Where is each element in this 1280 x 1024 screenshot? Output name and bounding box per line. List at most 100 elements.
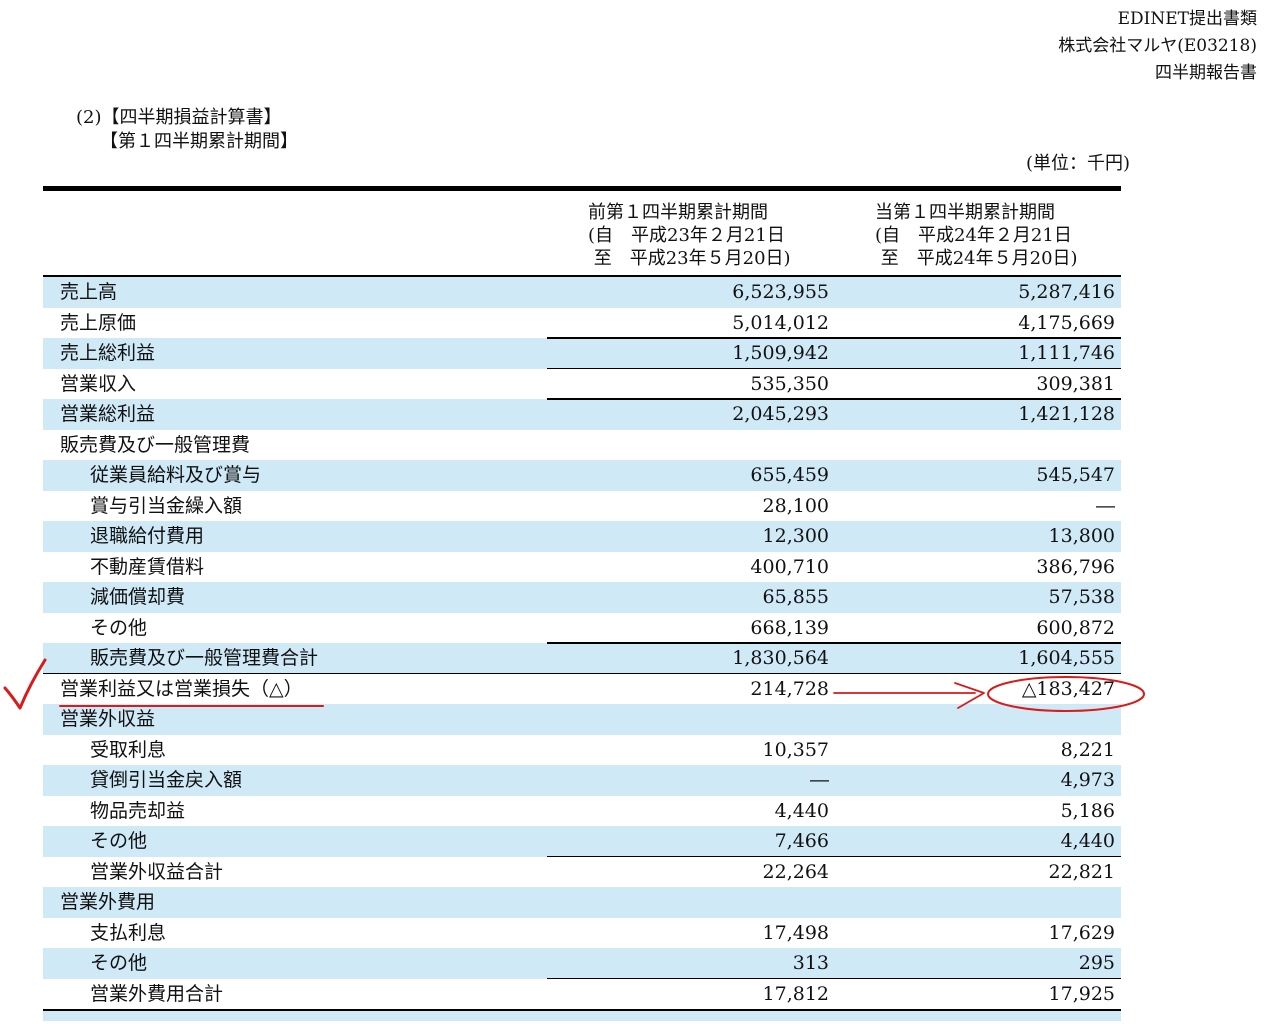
row-value-curr: 57,538 xyxy=(1048,586,1115,608)
row-value-curr: 22,821 xyxy=(1048,860,1115,883)
table-row: 営業外収益 xyxy=(43,704,1121,735)
table-row: 営業外費用合計 17,812 17,925 xyxy=(43,977,1121,1010)
header-edinet: EDINET提出書類 xyxy=(1117,9,1257,29)
table-row: 不動産賃借料 400,710 386,796 xyxy=(43,552,1121,583)
table-row: 売上総利益 1,509,942 1,111,746 xyxy=(43,337,1121,369)
table-row: その他 313 295 xyxy=(43,948,1121,979)
row-label: その他 xyxy=(90,830,148,852)
income-statement-table: 前第１四半期累計期間 (自 平成23年２月21日 至 平成23年５月20日) 当… xyxy=(43,186,1121,1021)
row-value-curr: 309,381 xyxy=(1036,372,1115,395)
row-label: 販売費及び一般管理費合計 xyxy=(90,647,319,669)
row-label: 物品売却益 xyxy=(90,799,186,822)
row-label: 営業外費用 xyxy=(60,891,156,913)
row-label: 売上総利益 xyxy=(60,342,156,364)
row-value-prev: ― xyxy=(810,769,829,791)
unit-label: (単位：千円) xyxy=(1025,153,1130,174)
table-row: その他 7,466 4,440 xyxy=(43,826,1121,857)
row-value-curr: 295 xyxy=(1078,952,1115,974)
row-value-curr: △183,427 xyxy=(1021,677,1115,700)
section-subtitle: 【第１四半期累計期間】 xyxy=(100,131,298,152)
column-header-prev: 前第１四半期累計期間 (自 平成23年２月21日 至 平成23年５月20日) xyxy=(588,202,791,269)
table-body: 売上高 6,523,955 5,287,416 売上原価 5,014,012 4… xyxy=(43,277,1121,1021)
next-row-cutoff xyxy=(43,1009,1121,1021)
table-row: 営業外収益合計 22,264 22,821 xyxy=(43,855,1121,888)
table-row: 貸倒引当金戻入額 ― 4,973 xyxy=(43,765,1121,796)
row-value-prev: 12,300 xyxy=(762,525,829,547)
table-row: 退職給付費用 12,300 13,800 xyxy=(43,521,1121,552)
row-value-prev: 6,523,955 xyxy=(732,281,829,303)
row-value-curr: 386,796 xyxy=(1036,555,1115,578)
table-row: 販売費及び一般管理費合計 1,830,564 1,604,555 xyxy=(43,642,1121,674)
row-label: 売上高 xyxy=(60,281,118,303)
row-label: 営業利益又は営業損失（△） xyxy=(60,677,303,700)
row-value-prev: 1,830,564 xyxy=(732,647,829,669)
row-label: その他 xyxy=(90,952,148,974)
table-row: 営業総利益 2,045,293 1,421,128 xyxy=(43,398,1121,430)
row-value-prev: 28,100 xyxy=(762,494,829,517)
row-label: 貸倒引当金戻入額 xyxy=(90,769,243,791)
row-label: その他 xyxy=(90,616,148,639)
table-row: 営業収入 535,350 309,381 xyxy=(43,367,1121,400)
row-label: 販売費及び一般管理費 xyxy=(60,433,251,456)
row-value-prev: 400,710 xyxy=(750,555,829,578)
header-report-type: 四半期報告書 xyxy=(1155,63,1257,83)
row-label: 売上原価 xyxy=(60,311,137,334)
row-value-prev: 1,509,942 xyxy=(732,342,829,364)
table-row: 受取利息 10,357 8,221 xyxy=(43,735,1121,766)
row-value-curr: 8,221 xyxy=(1060,738,1115,761)
row-value-prev: 17,812 xyxy=(762,982,829,1005)
row-label: 賞与引当金繰入額 xyxy=(90,494,243,517)
row-value-curr: 5,287,416 xyxy=(1018,281,1115,303)
row-label: 支払利息 xyxy=(90,921,167,944)
row-value-prev: 10,357 xyxy=(762,738,829,761)
section-title: (2)【四半期損益計算書】 xyxy=(76,107,282,128)
row-label: 減価償却費 xyxy=(90,586,186,608)
row-label: 営業外費用合計 xyxy=(90,982,224,1005)
row-value-curr: 1,111,746 xyxy=(1018,342,1115,364)
table-row: 物品売却益 4,440 5,186 xyxy=(43,796,1121,827)
row-value-curr: 5,186 xyxy=(1060,799,1115,822)
row-value-prev: 313 xyxy=(792,952,829,974)
row-label: 不動産賃借料 xyxy=(90,555,205,578)
row-label: 従業員給料及び賞与 xyxy=(90,464,262,486)
table-row: 営業外費用 xyxy=(43,887,1121,918)
table-row: 減価償却費 65,855 57,538 xyxy=(43,582,1121,613)
row-value-prev: 535,350 xyxy=(750,372,829,395)
row-value-prev: 2,045,293 xyxy=(732,403,829,425)
row-value-curr: 13,800 xyxy=(1048,525,1115,547)
row-value-curr: 545,547 xyxy=(1036,464,1115,486)
table-row: その他 668,139 600,872 xyxy=(43,613,1121,644)
row-value-prev: 65,855 xyxy=(762,586,829,608)
table-row: 販売費及び一般管理費 xyxy=(43,430,1121,461)
row-value-prev: 5,014,012 xyxy=(732,311,829,334)
row-value-prev: 668,139 xyxy=(750,616,829,639)
table-row-operating-income: 営業利益又は営業損失（△） 214,728 △183,427 xyxy=(43,672,1121,705)
row-value-prev: 7,466 xyxy=(774,830,829,852)
row-value-curr: 4,175,669 xyxy=(1018,311,1115,334)
row-value-curr: 1,421,128 xyxy=(1018,403,1115,425)
row-value-prev: 4,440 xyxy=(774,799,829,822)
column-headers: 前第１四半期累計期間 (自 平成23年２月21日 至 平成23年５月20日) 当… xyxy=(43,191,1121,277)
row-value-curr: 4,440 xyxy=(1060,830,1115,852)
table-row: 賞与引当金繰入額 28,100 ― xyxy=(43,491,1121,522)
column-header-curr: 当第１四半期累計期間 (自 平成24年２月21日 至 平成24年５月20日) xyxy=(875,202,1078,269)
row-value-curr: 17,925 xyxy=(1048,982,1115,1005)
row-label: 営業外収益 xyxy=(60,708,156,730)
row-label: 退職給付費用 xyxy=(90,525,205,547)
row-label: 営業外収益合計 xyxy=(90,860,224,883)
row-value-curr: 17,629 xyxy=(1048,921,1115,944)
table-row: 売上高 6,523,955 5,287,416 xyxy=(43,277,1121,308)
table-row: 従業員給料及び賞与 655,459 545,547 xyxy=(43,460,1121,491)
row-value-prev: 17,498 xyxy=(762,921,829,944)
row-value-curr: ― xyxy=(1096,494,1115,517)
table-row: 売上原価 5,014,012 4,175,669 xyxy=(43,308,1121,339)
header-company: 株式会社マルヤ(E03218) xyxy=(1058,36,1257,56)
row-value-curr: 4,973 xyxy=(1060,769,1115,791)
table-row: 支払利息 17,498 17,629 xyxy=(43,918,1121,949)
row-value-curr: 1,604,555 xyxy=(1018,647,1115,669)
row-label: 営業収入 xyxy=(60,372,137,395)
row-value-prev: 655,459 xyxy=(750,464,829,486)
row-value-prev: 214,728 xyxy=(750,677,829,700)
row-value-prev: 22,264 xyxy=(762,860,829,883)
checkmark-icon xyxy=(3,658,47,710)
